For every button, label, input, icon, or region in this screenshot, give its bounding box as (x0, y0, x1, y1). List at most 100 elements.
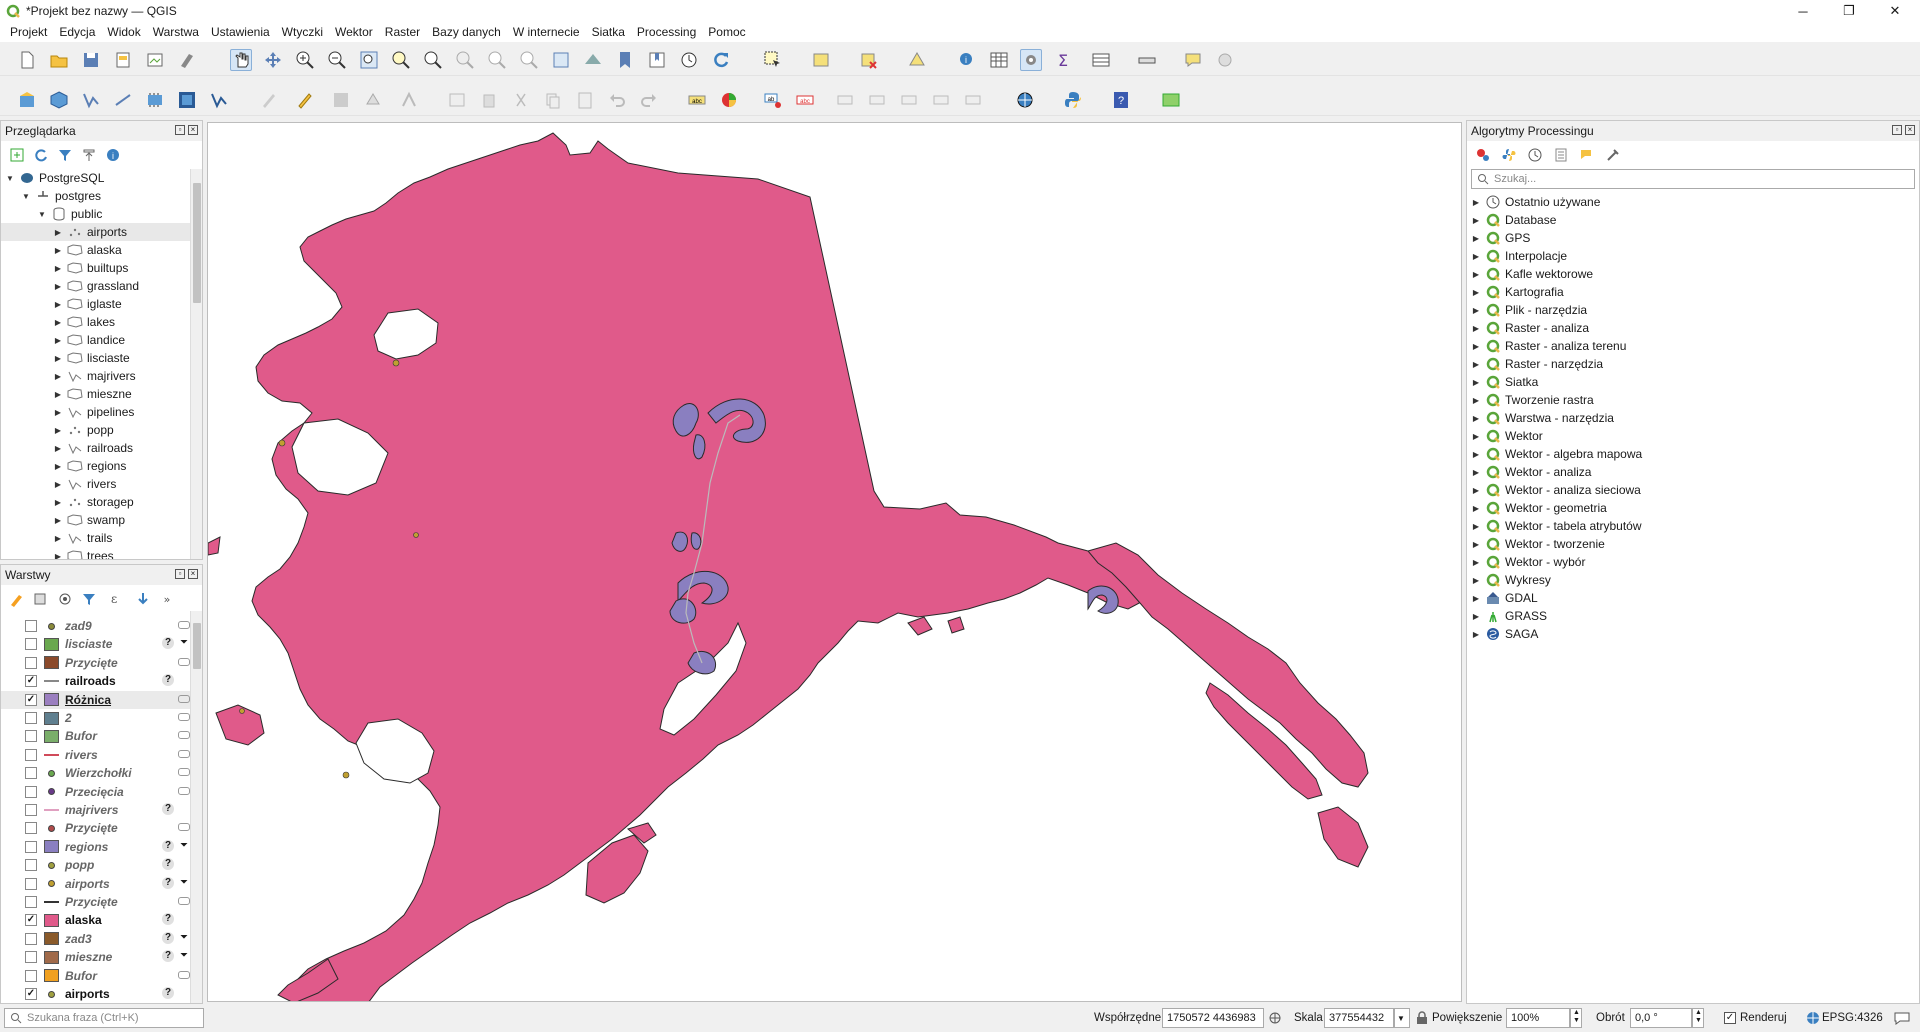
delete-selected-icon[interactable] (478, 89, 500, 111)
zoom-next-icon[interactable] (518, 49, 540, 71)
properties-icon[interactable]: i (105, 147, 121, 163)
menu-bazy-danych[interactable]: Bazy danych (426, 25, 507, 39)
layer-visibility-checkbox[interactable] (25, 748, 37, 761)
filter-by-expression-icon[interactable]: ε (105, 591, 127, 607)
label-tool-icon[interactable]: abc (686, 89, 708, 111)
add-feature-icon[interactable] (362, 89, 384, 111)
close-panel-icon[interactable]: × (188, 569, 198, 579)
pin-labels-icon[interactable] (834, 89, 856, 111)
layer-row[interactable]: ✓ alaska? (1, 911, 190, 929)
scale-field[interactable]: 377554432 (1324, 1008, 1394, 1028)
expand-arrow-icon[interactable]: ▶ (53, 336, 63, 345)
models-icon[interactable] (1475, 147, 1491, 163)
expand-arrow-icon[interactable]: ▶ (53, 408, 63, 417)
expand-arrow-icon[interactable]: ▶ (53, 264, 63, 273)
layer-row[interactable]: ✓ airports? (1, 985, 190, 1003)
processing-group[interactable]: ▶ Database (1467, 211, 1907, 229)
layer-row[interactable]: Bufor (1, 967, 190, 985)
unknown-crs-icon[interactable]: ? (162, 987, 174, 999)
embedded-layer-icon[interactable] (178, 823, 190, 832)
pan-to-selection-icon[interactable] (262, 49, 284, 71)
help-icon[interactable]: ? (1110, 89, 1132, 111)
expand-arrow-icon[interactable]: ▶ (1471, 630, 1481, 639)
filter-icon[interactable]: ⏷ (178, 840, 190, 852)
expand-arrow-icon[interactable]: ▶ (1471, 198, 1481, 207)
layer-row[interactable]: rivers (1, 746, 190, 764)
save-project-icon[interactable] (80, 49, 102, 71)
zoom-full-icon[interactable] (358, 49, 380, 71)
expand-arrow-icon[interactable]: ▶ (53, 246, 63, 255)
add-group-icon[interactable] (33, 591, 49, 607)
tree-item-table[interactable]: ▶ alaska (1, 241, 190, 259)
layer-row[interactable]: popp? (1, 856, 190, 874)
embedded-layer-icon[interactable] (178, 694, 190, 703)
tree-item-table[interactable]: ▶ lakes (1, 313, 190, 331)
edit-features-in-place-icon[interactable] (1579, 147, 1595, 163)
layer-visibility-checkbox[interactable] (25, 785, 37, 798)
close-panel-icon[interactable]: × (1905, 125, 1915, 135)
unknown-crs-icon[interactable]: ? (162, 803, 174, 815)
unknown-crs-icon[interactable]: ? (162, 913, 174, 926)
rotate-label-icon[interactable] (930, 89, 952, 111)
filter-icon[interactable]: ⏷ (178, 877, 190, 889)
close-button[interactable]: ✕ (1872, 0, 1918, 22)
expand-arrow-icon[interactable]: ▶ (53, 426, 63, 435)
coordinate-field[interactable]: 1750572 4436983 (1162, 1008, 1264, 1028)
filter-browser-icon[interactable] (57, 147, 73, 163)
expand-arrow-icon[interactable]: ▶ (1471, 522, 1481, 531)
change-label-icon[interactable] (962, 89, 984, 111)
layer-visibility-checkbox[interactable] (25, 656, 37, 669)
expand-arrow-icon[interactable]: ▶ (1471, 342, 1481, 351)
unknown-crs-icon[interactable]: ? (162, 876, 174, 889)
embedded-layer-icon[interactable] (178, 657, 190, 666)
tree-item-table[interactable]: ▶ trees (1, 547, 190, 559)
expand-arrow-icon[interactable]: ▶ (1471, 450, 1481, 459)
locator-search-input[interactable]: Szukana fraza (Ctrl+K) (4, 1008, 204, 1028)
float-panel-icon[interactable]: ▫ (1892, 125, 1902, 135)
processing-group[interactable]: ▶ Wektor - tabela atrybutów (1467, 517, 1907, 535)
layer-visibility-checkbox[interactable] (25, 969, 37, 982)
collapse-arrow-icon[interactable]: ▼ (5, 174, 15, 183)
cut-features-icon[interactable] (510, 89, 532, 111)
layer-visibility-checkbox[interactable] (25, 932, 37, 945)
open-layer-styling-icon[interactable] (9, 591, 25, 607)
float-panel-icon[interactable]: ▫ (175, 125, 185, 135)
new-project-icon[interactable] (16, 49, 38, 71)
rotation-spinner[interactable]: ▲ ▼ (1692, 1008, 1704, 1028)
tree-item-table[interactable]: ▶ pipelines (1, 403, 190, 421)
diagram-options-icon[interactable] (718, 89, 740, 111)
expand-arrow-icon[interactable]: ▶ (53, 228, 63, 237)
menu-ustawienia[interactable]: Ustawienia (205, 25, 276, 39)
tree-item-table[interactable]: ▶ storagep (1, 493, 190, 511)
layer-visibility-checkbox[interactable] (25, 840, 37, 853)
layout-manager-icon[interactable] (144, 49, 166, 71)
expand-arrow-icon[interactable]: ▶ (1471, 234, 1481, 243)
tree-item-table[interactable]: ▶ landice (1, 331, 190, 349)
zoom-out-icon[interactable] (326, 49, 348, 71)
model-designer-icon[interactable] (1160, 89, 1182, 111)
menu-projekt[interactable]: Projekt (4, 25, 53, 39)
layer-row[interactable]: 2 (1, 709, 190, 727)
layer-row[interactable]: lisciaste? ⏷ (1, 635, 190, 653)
expand-arrow-icon[interactable]: ▶ (1471, 252, 1481, 261)
new-print-layout-icon[interactable] (112, 49, 134, 71)
expand-arrow-icon[interactable]: ▶ (53, 498, 63, 507)
layer-visibility-checkbox[interactable] (25, 712, 37, 724)
expand-arrow-icon[interactable]: ▶ (1471, 504, 1481, 513)
embedded-layer-icon[interactable] (178, 713, 190, 721)
python-console-icon[interactable] (1062, 89, 1084, 111)
expand-arrow-icon[interactable]: ▶ (1471, 576, 1481, 585)
layer-row[interactable]: ✓ Różnica (1, 690, 190, 709)
history-icon[interactable] (1527, 147, 1543, 163)
unknown-crs-icon[interactable]: ? (162, 950, 174, 963)
menu-raster[interactable]: Raster (379, 25, 426, 39)
processing-group[interactable]: ▶ Wektor (1467, 427, 1907, 445)
expand-arrow-icon[interactable]: ▶ (53, 480, 63, 489)
filter-icon[interactable]: ⏷ (178, 637, 190, 649)
processing-group[interactable]: ▶ Kartografia (1467, 283, 1907, 301)
layer-row[interactable]: Przecięcia (1, 783, 190, 801)
layer-row[interactable]: Bufor (1, 727, 190, 745)
magnifier-field[interactable]: 100% (1506, 1008, 1570, 1028)
tree-item-table[interactable]: ▶ mieszne (1, 385, 190, 403)
magnifier-spinner[interactable]: ▲ ▼ (1570, 1008, 1582, 1028)
